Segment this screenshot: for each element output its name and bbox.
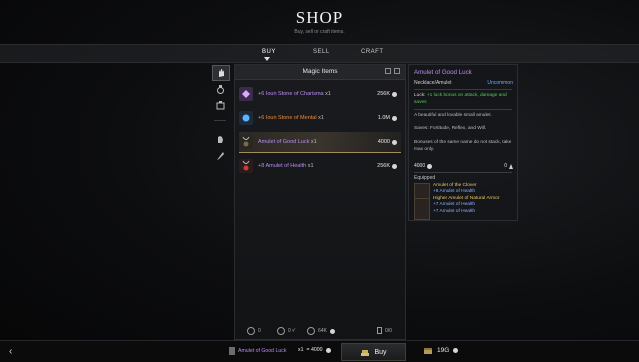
coin-icon [453, 348, 459, 353]
coins-icon [361, 349, 370, 356]
item-name: +8 Amulet of Health [258, 163, 307, 169]
detail-title: Amulet of Good Luck [414, 69, 472, 76]
cart-qty: x1 [298, 347, 304, 353]
sidebar-divider [214, 120, 226, 121]
detail-effect: Luck: +1 luck bonus on attack, damage an… [414, 93, 514, 106]
chest-icon [424, 348, 432, 354]
footer-stat: 0/0 [385, 327, 392, 334]
item-qty: x1 [307, 163, 314, 169]
potion-icon [216, 85, 224, 94]
list-view-icon[interactable] [394, 68, 400, 74]
shop-subtitle: Buy, sell or craft items. [294, 29, 345, 35]
ring-icon [277, 327, 285, 335]
list-header: Magic Items [235, 65, 405, 80]
detail-description: A beautiful and lovable small amulet. [414, 113, 492, 118]
category-feather[interactable] [212, 149, 228, 163]
item-list-panel: Magic Items +6 Ioun Stone of Charisma x1… [234, 64, 406, 340]
list-item[interactable]: +6 Ioun Stone of Mental x1 1.0M [239, 108, 401, 128]
weight-icon [509, 163, 513, 169]
coin-icon [325, 347, 331, 353]
coin-icon [392, 139, 397, 145]
category-chest[interactable] [212, 98, 228, 112]
footer-stat: 0 ¹⁄ [288, 328, 295, 334]
list-header-title: Magic Items [302, 68, 338, 75]
tab-bar: BUY SELL CRAFT [0, 44, 639, 63]
coin-icon [392, 91, 397, 97]
tab-sell[interactable]: SELL [313, 49, 330, 55]
coin-icon [392, 163, 397, 169]
hand-icon [218, 69, 224, 77]
detail-price: 4000 [414, 163, 426, 169]
effect-prefix: Luck: [414, 93, 426, 98]
item-name: +6 Ioun Stone of Charisma [258, 91, 324, 97]
item-price: 256K [377, 163, 390, 169]
buy-label: Buy [374, 348, 387, 356]
orb-icon [239, 111, 253, 125]
coin-icon [329, 328, 335, 334]
back-button[interactable]: ‹ [9, 346, 12, 357]
item-price: 4000 [377, 139, 390, 145]
category-glove[interactable] [212, 132, 228, 146]
bottom-bar: ‹ Amulet of Good Luck x1 = 4000 Buy 19G [0, 340, 639, 362]
amulet-icon [229, 347, 235, 355]
category-hand[interactable] [212, 65, 230, 81]
amulet-icon [414, 198, 430, 220]
item-price: 1.0M [377, 115, 390, 121]
feather-icon [216, 152, 224, 160]
shop-title: SHOP [295, 8, 344, 27]
equipped-stat: +7 Amulet of Health [433, 208, 475, 214]
tab-buy[interactable]: BUY [262, 49, 276, 55]
equipped-label: Equipped [414, 175, 436, 181]
coin-icon [427, 163, 433, 169]
item-qty: x1 [318, 115, 324, 121]
detail-type: Necklace/Amulet [414, 80, 452, 86]
list-item[interactable]: +6 Ioun Stone of Charisma x1 256K [239, 84, 401, 104]
coin-icon [392, 115, 397, 121]
gold-amount: 19G [437, 347, 450, 354]
glove-icon [217, 136, 223, 143]
equipped-stat: +8 Amulet of Health [433, 189, 475, 195]
item-name: Amulet of Good Luck [258, 139, 310, 145]
grid-view-icon[interactable] [385, 68, 391, 74]
detail-saves: Saves: Fortitude, Reflex, and Will. [414, 126, 487, 131]
divider [414, 89, 512, 90]
list-item-selected[interactable]: Amulet of Good Luck x1 4000 [239, 132, 401, 153]
chest-icon [216, 101, 224, 110]
item-qty: x1 [310, 139, 317, 145]
list-footer: 0 0 ¹⁄ 64K 0/0 [235, 323, 405, 339]
detail-rarity: Uncommon [487, 80, 513, 86]
detail-weight: 0 [504, 163, 507, 169]
detail-note: Bonuses of the same name do not stack, t… [414, 140, 512, 152]
amulet-red-icon [239, 159, 253, 173]
list-item[interactable]: +8 Amulet of Health x1 256K [239, 156, 401, 176]
footer-stat: 64K [318, 328, 327, 334]
cart-item-name: Amulet of Good Luck [238, 348, 287, 354]
effect-text: +1 luck bonus on attack, damage and save… [414, 93, 507, 105]
weight-icon [377, 327, 382, 334]
gem-icon [239, 87, 253, 101]
item-name: +6 Ioun Stone of Mental [258, 115, 317, 121]
active-tab-indicator [264, 57, 270, 61]
divider [414, 172, 512, 173]
item-price: 256K [377, 91, 390, 97]
divider [414, 109, 512, 110]
buy-button[interactable]: Buy [341, 343, 406, 361]
ring-icon [247, 327, 255, 335]
item-detail-panel: Amulet of Good Luck Necklace/Amulet Unco… [408, 64, 518, 221]
amulet-icon [239, 135, 253, 149]
cart-total: = 4000 [306, 347, 323, 353]
tab-craft[interactable]: CRAFT [361, 49, 384, 55]
category-potion[interactable] [212, 82, 228, 96]
item-qty: x1 [325, 91, 331, 97]
footer-stat: 0 [258, 328, 261, 334]
ring-icon [307, 327, 315, 335]
